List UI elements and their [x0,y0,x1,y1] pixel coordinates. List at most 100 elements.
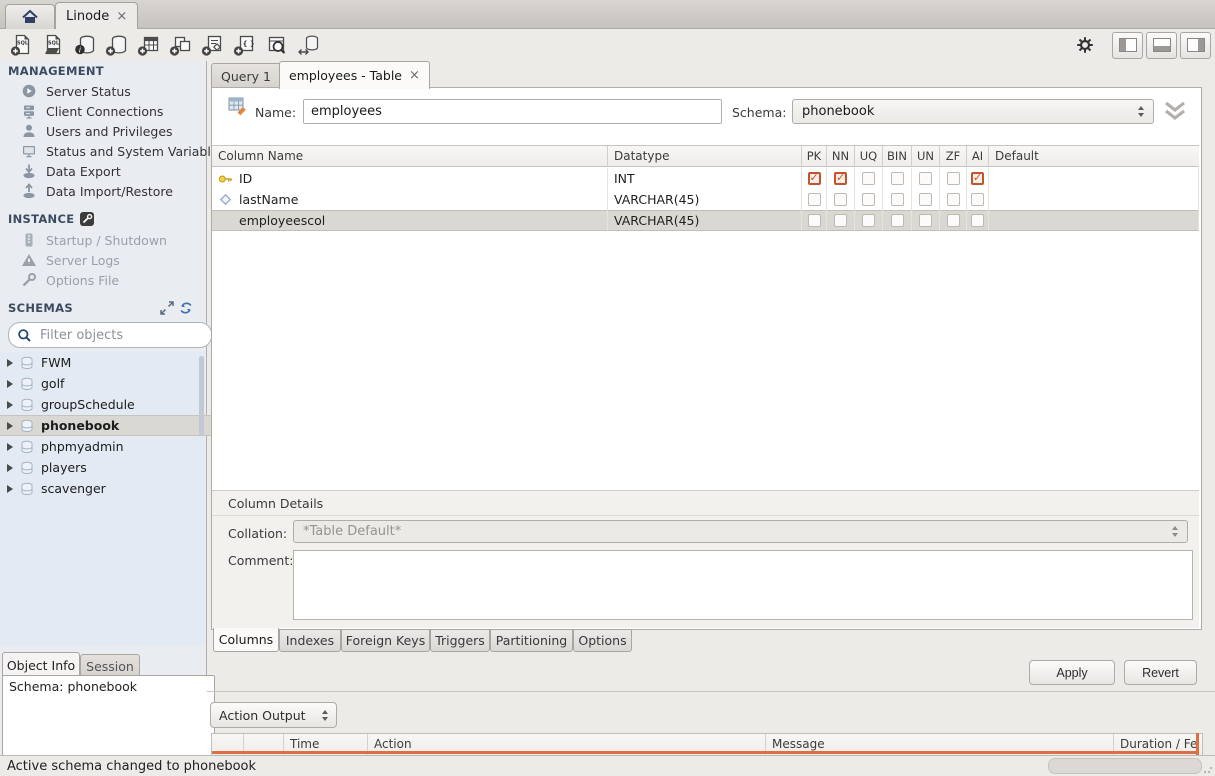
sidebar-item-server-logs[interactable]: Server Logs [0,250,226,270]
tab-columns[interactable]: Columns [213,628,279,652]
schema-filter-input[interactable] [38,327,182,344]
reconnect-dbms-icon[interactable] [293,31,325,59]
col-header-zf: ZF [940,146,967,166]
uq-checkbox[interactable] [862,172,875,185]
schema-row-phpmyadmin[interactable]: phpmyadmin [0,436,212,457]
search-data-icon[interactable] [261,31,293,59]
column-details-title: Column Details [228,496,323,511]
schema-row-golf[interactable]: golf [0,373,212,394]
close-icon[interactable]: × [116,10,127,23]
tab-options[interactable]: Options [573,629,632,652]
close-icon[interactable]: × [409,69,420,82]
table-row-id[interactable]: ID INT [212,168,1199,189]
create-schema-icon[interactable] [101,31,133,59]
zf-checkbox[interactable] [947,193,960,206]
bin-checkbox[interactable] [891,193,904,206]
bin-checkbox[interactable] [891,172,904,185]
tab-session[interactable]: Session [80,654,140,677]
schema-row-groupschedule[interactable]: groupSchedule [0,394,212,415]
sidebar-item-options-file[interactable]: Options File [0,270,226,290]
toggle-secondary-sidebar-icon[interactable] [1180,32,1211,59]
toggle-sidebar-icon[interactable] [1112,32,1143,59]
tab-object-info[interactable]: Object Info [2,652,80,677]
revert-button[interactable]: Revert [1124,660,1197,685]
comment-textarea[interactable] [293,550,1193,620]
schemas-expand-icon[interactable] [160,301,174,318]
inspect-database-icon[interactable]: i [69,31,101,59]
schemas-refresh-icon[interactable] [179,301,193,318]
collation-dropdown[interactable]: *Table Default* [293,520,1188,543]
table-row-lastname[interactable]: lastName VARCHAR(45) [212,189,1199,210]
table-row-employeescol[interactable]: employeescol VARCHAR(45) [212,210,1199,231]
pk-checkbox[interactable] [808,193,821,206]
mysql-workbench-window: Linode × SQL SQL [0,0,1215,776]
create-procedure-icon[interactable] [197,31,229,59]
nn-checkbox[interactable] [834,214,847,227]
expander-icon[interactable] [7,422,13,430]
connection-tab-linode[interactable]: Linode × [55,2,138,29]
pk-checkbox[interactable] [808,214,821,227]
svg-text:SQL: SQL [48,40,60,46]
system-variables-icon [21,143,37,159]
search-icon [17,328,32,343]
tab-employees-table[interactable]: employees - Table × [279,61,430,89]
expander-icon[interactable] [7,401,13,409]
server-logs-icon [21,252,37,268]
uq-checkbox[interactable] [862,193,875,206]
expander-icon[interactable] [7,464,13,472]
sidebar-item-data-import[interactable]: Data Import/Restore [0,181,226,201]
open-sql-script-icon[interactable]: SQL [37,31,69,59]
zf-checkbox[interactable] [947,214,960,227]
create-function-icon[interactable]: { } [229,31,261,59]
resize-grip-icon[interactable] [1203,764,1213,774]
expander-icon[interactable] [7,485,13,493]
un-checkbox[interactable] [919,172,932,185]
tab-foreign-keys[interactable]: Foreign Keys [341,629,430,652]
schema-dropdown[interactable]: phonebook [792,99,1154,124]
home-tab[interactable] [5,4,55,29]
home-icon [21,9,39,25]
schema-row-scavenger[interactable]: scavenger [0,478,212,499]
output-selector-dropdown[interactable]: Action Output [210,702,337,728]
create-table-icon[interactable] [133,31,165,59]
apply-button[interactable]: Apply [1029,660,1115,685]
svg-text:{ }: { } [243,40,255,48]
schema-row-phonebook[interactable]: phonebook [0,415,212,436]
sidebar-item-startup-shutdown[interactable]: Startup / Shutdown [0,230,226,250]
sidebar-item-users-privileges[interactable]: Users and Privileges [0,121,226,141]
sidebar-item-server-status[interactable]: Server Status [0,81,226,101]
instance-wrench-badge-icon [80,212,94,226]
toggle-output-panel-icon[interactable] [1146,32,1177,59]
un-checkbox[interactable] [919,193,932,206]
table-name-input[interactable] [303,99,722,124]
expander-icon[interactable] [7,359,13,367]
new-sql-tab-icon[interactable]: SQL [5,31,37,59]
spinner-icon [1138,106,1144,117]
tab-indexes[interactable]: Indexes [279,629,341,652]
zf-checkbox[interactable] [947,172,960,185]
nn-checkbox[interactable] [834,193,847,206]
tab-triggers[interactable]: Triggers [430,629,490,652]
create-view-icon[interactable] [165,31,197,59]
bin-checkbox[interactable] [891,214,904,227]
pk-checkbox[interactable] [808,172,821,185]
instance-section-title: INSTANCE [8,212,94,226]
expander-icon[interactable] [7,443,13,451]
tab-partitioning[interactable]: Partitioning [490,629,573,652]
preferences-gear-icon[interactable] [1075,35,1095,55]
sidebar-item-system-variables[interactable]: Status and System Variables [0,141,226,161]
horizontal-scrollbar[interactable] [1048,758,1202,774]
schema-row-fwm[interactable]: FWM [0,352,212,373]
nn-checkbox[interactable] [834,172,847,185]
ai-checkbox[interactable] [971,193,984,206]
ai-checkbox[interactable] [971,214,984,227]
sidebar-item-data-export[interactable]: Data Export [0,161,226,181]
sidebar-scrollbar[interactable] [199,354,204,644]
schema-row-players[interactable]: players [0,457,212,478]
expander-icon[interactable] [7,380,13,388]
expand-header-chevrons-icon[interactable] [1162,101,1188,126]
ai-checkbox[interactable] [971,172,984,185]
un-checkbox[interactable] [919,214,932,227]
sidebar-item-client-connections[interactable]: Client Connections [0,101,226,121]
uq-checkbox[interactable] [862,214,875,227]
